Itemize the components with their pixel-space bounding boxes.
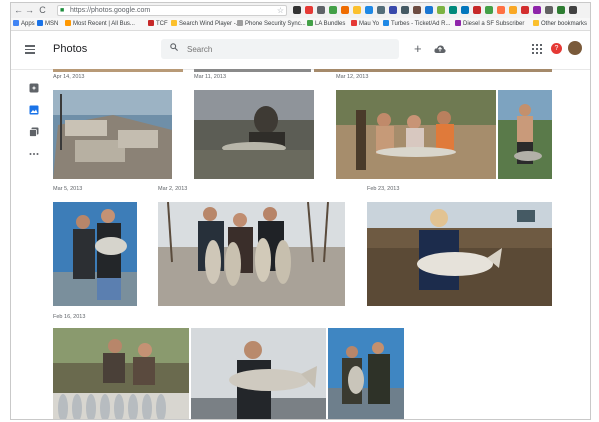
apps-grid-icon[interactable] bbox=[532, 44, 542, 54]
avatar[interactable] bbox=[568, 41, 582, 55]
date-label: Feb 23, 2013 bbox=[367, 186, 400, 192]
extension-icon[interactable] bbox=[437, 6, 445, 14]
extension-icon[interactable] bbox=[425, 6, 433, 14]
photo-tile[interactable] bbox=[498, 90, 552, 179]
bookmark-mau-yo[interactable]: Mau Yo bbox=[351, 19, 379, 29]
bookmark-icon bbox=[237, 20, 243, 26]
date-label: Mar 5, 2013 bbox=[53, 186, 83, 192]
extension-icon[interactable] bbox=[485, 6, 493, 14]
photo-tile[interactable] bbox=[53, 328, 189, 419]
extension-icon[interactable] bbox=[389, 6, 397, 14]
reload-button[interactable]: C bbox=[38, 5, 47, 15]
extension-icon[interactable] bbox=[473, 6, 481, 14]
photo-tile[interactable] bbox=[336, 90, 496, 179]
search-box[interactable] bbox=[161, 39, 399, 59]
extension-icon[interactable] bbox=[413, 6, 421, 14]
bookmark-la-bundles[interactable]: LA Bundles bbox=[307, 19, 345, 29]
bookmark-apps[interactable]: Apps bbox=[13, 19, 35, 29]
extension-icon[interactable] bbox=[533, 6, 541, 14]
app-header: Photos + ? bbox=[11, 31, 590, 70]
photos-icon[interactable] bbox=[29, 105, 39, 115]
create-button[interactable]: + bbox=[414, 42, 422, 56]
assistant-icon[interactable] bbox=[29, 83, 39, 93]
bookmark-icon bbox=[148, 20, 154, 26]
photo-tile[interactable] bbox=[53, 90, 172, 179]
lock-icon: ■ bbox=[60, 7, 65, 14]
date-label: Mar 11, 2013 bbox=[194, 74, 227, 80]
photo-partial[interactable] bbox=[53, 69, 183, 72]
bookmark-star-icon[interactable]: ☆ bbox=[277, 6, 284, 16]
browser-window: ← → C ■ https://photos.google.com ☆ Apps… bbox=[10, 2, 591, 420]
extension-icon[interactable] bbox=[461, 6, 469, 14]
bookmark-tcf[interactable]: TCF bbox=[148, 19, 168, 29]
photo-tile[interactable] bbox=[328, 328, 404, 419]
msn-icon bbox=[37, 20, 43, 26]
date-label: Feb 16, 2013 bbox=[53, 314, 86, 320]
extension-icon[interactable] bbox=[377, 6, 385, 14]
extension-icon[interactable] bbox=[509, 6, 517, 14]
bookmark-most-recent[interactable]: Most Recent | All Bus... bbox=[65, 19, 135, 29]
bookmark-other[interactable]: Other bookmarks bbox=[533, 19, 587, 29]
extension-icon[interactable] bbox=[497, 6, 505, 14]
browser-toolbar: ← → C ■ https://photos.google.com ☆ bbox=[11, 3, 590, 19]
folder-icon bbox=[533, 20, 539, 26]
photo-partial[interactable] bbox=[194, 69, 311, 72]
extension-icon[interactable] bbox=[341, 6, 349, 14]
more-icon[interactable] bbox=[29, 149, 39, 159]
bookmark-icon bbox=[383, 20, 389, 26]
extension-icon[interactable] bbox=[449, 6, 457, 14]
back-button[interactable]: ← bbox=[14, 5, 23, 15]
photo-partial[interactable] bbox=[314, 69, 552, 72]
chrome-menu-icon[interactable] bbox=[569, 6, 577, 14]
cloud-upload-icon[interactable] bbox=[434, 44, 446, 54]
search-input[interactable] bbox=[187, 43, 367, 55]
bookmark-diesel[interactable]: Diesel a SF Subscriber bbox=[455, 19, 524, 29]
bookmark-icon bbox=[351, 20, 357, 26]
albums-icon[interactable] bbox=[29, 127, 39, 137]
extension-icon[interactable] bbox=[545, 6, 553, 14]
hamburger-icon[interactable] bbox=[25, 45, 35, 54]
date-label: Apr 14, 2013 bbox=[53, 74, 85, 80]
photo-tile[interactable] bbox=[194, 90, 314, 179]
app-title: Photos bbox=[53, 43, 88, 55]
extension-icon[interactable] bbox=[329, 6, 337, 14]
bookmark-icon bbox=[307, 20, 313, 26]
search-icon bbox=[170, 43, 178, 51]
extension-icon[interactable] bbox=[401, 6, 409, 14]
bookmark-icon bbox=[171, 20, 177, 26]
extension-icon[interactable] bbox=[317, 6, 325, 14]
extension-icon[interactable] bbox=[305, 6, 313, 14]
forward-button[interactable]: → bbox=[25, 5, 34, 15]
bookmark-icon bbox=[455, 20, 461, 26]
extension-icon[interactable] bbox=[353, 6, 361, 14]
extension-icon[interactable] bbox=[557, 6, 565, 14]
url-text: https://photos.google.com bbox=[70, 7, 151, 14]
apps-icon bbox=[13, 20, 19, 26]
bookmark-phone-security[interactable]: Phone Security Sync... bbox=[237, 19, 306, 29]
bookmark-icon bbox=[65, 20, 71, 26]
bookmarks-bar: Apps MSN Most Recent | All Bus... TCF Se… bbox=[11, 18, 590, 31]
extension-icon[interactable] bbox=[293, 6, 301, 14]
photo-tile[interactable] bbox=[367, 202, 552, 306]
extension-icon[interactable] bbox=[365, 6, 373, 14]
bookmark-msn[interactable]: MSN bbox=[37, 19, 58, 29]
date-label: Mar 12, 2013 bbox=[336, 74, 369, 80]
photo-tile[interactable] bbox=[53, 202, 137, 306]
notifications-badge[interactable]: ? bbox=[551, 43, 562, 54]
date-label: Mar 2, 2013 bbox=[158, 186, 188, 192]
address-bar[interactable]: ■ https://photos.google.com ☆ bbox=[57, 5, 287, 16]
photo-tile[interactable] bbox=[191, 328, 326, 419]
extension-icon[interactable] bbox=[521, 6, 529, 14]
bookmark-turbes[interactable]: Turbes - Ticket/Ad R... bbox=[383, 19, 450, 29]
bookmark-search-wind[interactable]: Search Wind Player -... bbox=[171, 19, 241, 29]
photo-tile[interactable] bbox=[158, 202, 345, 306]
